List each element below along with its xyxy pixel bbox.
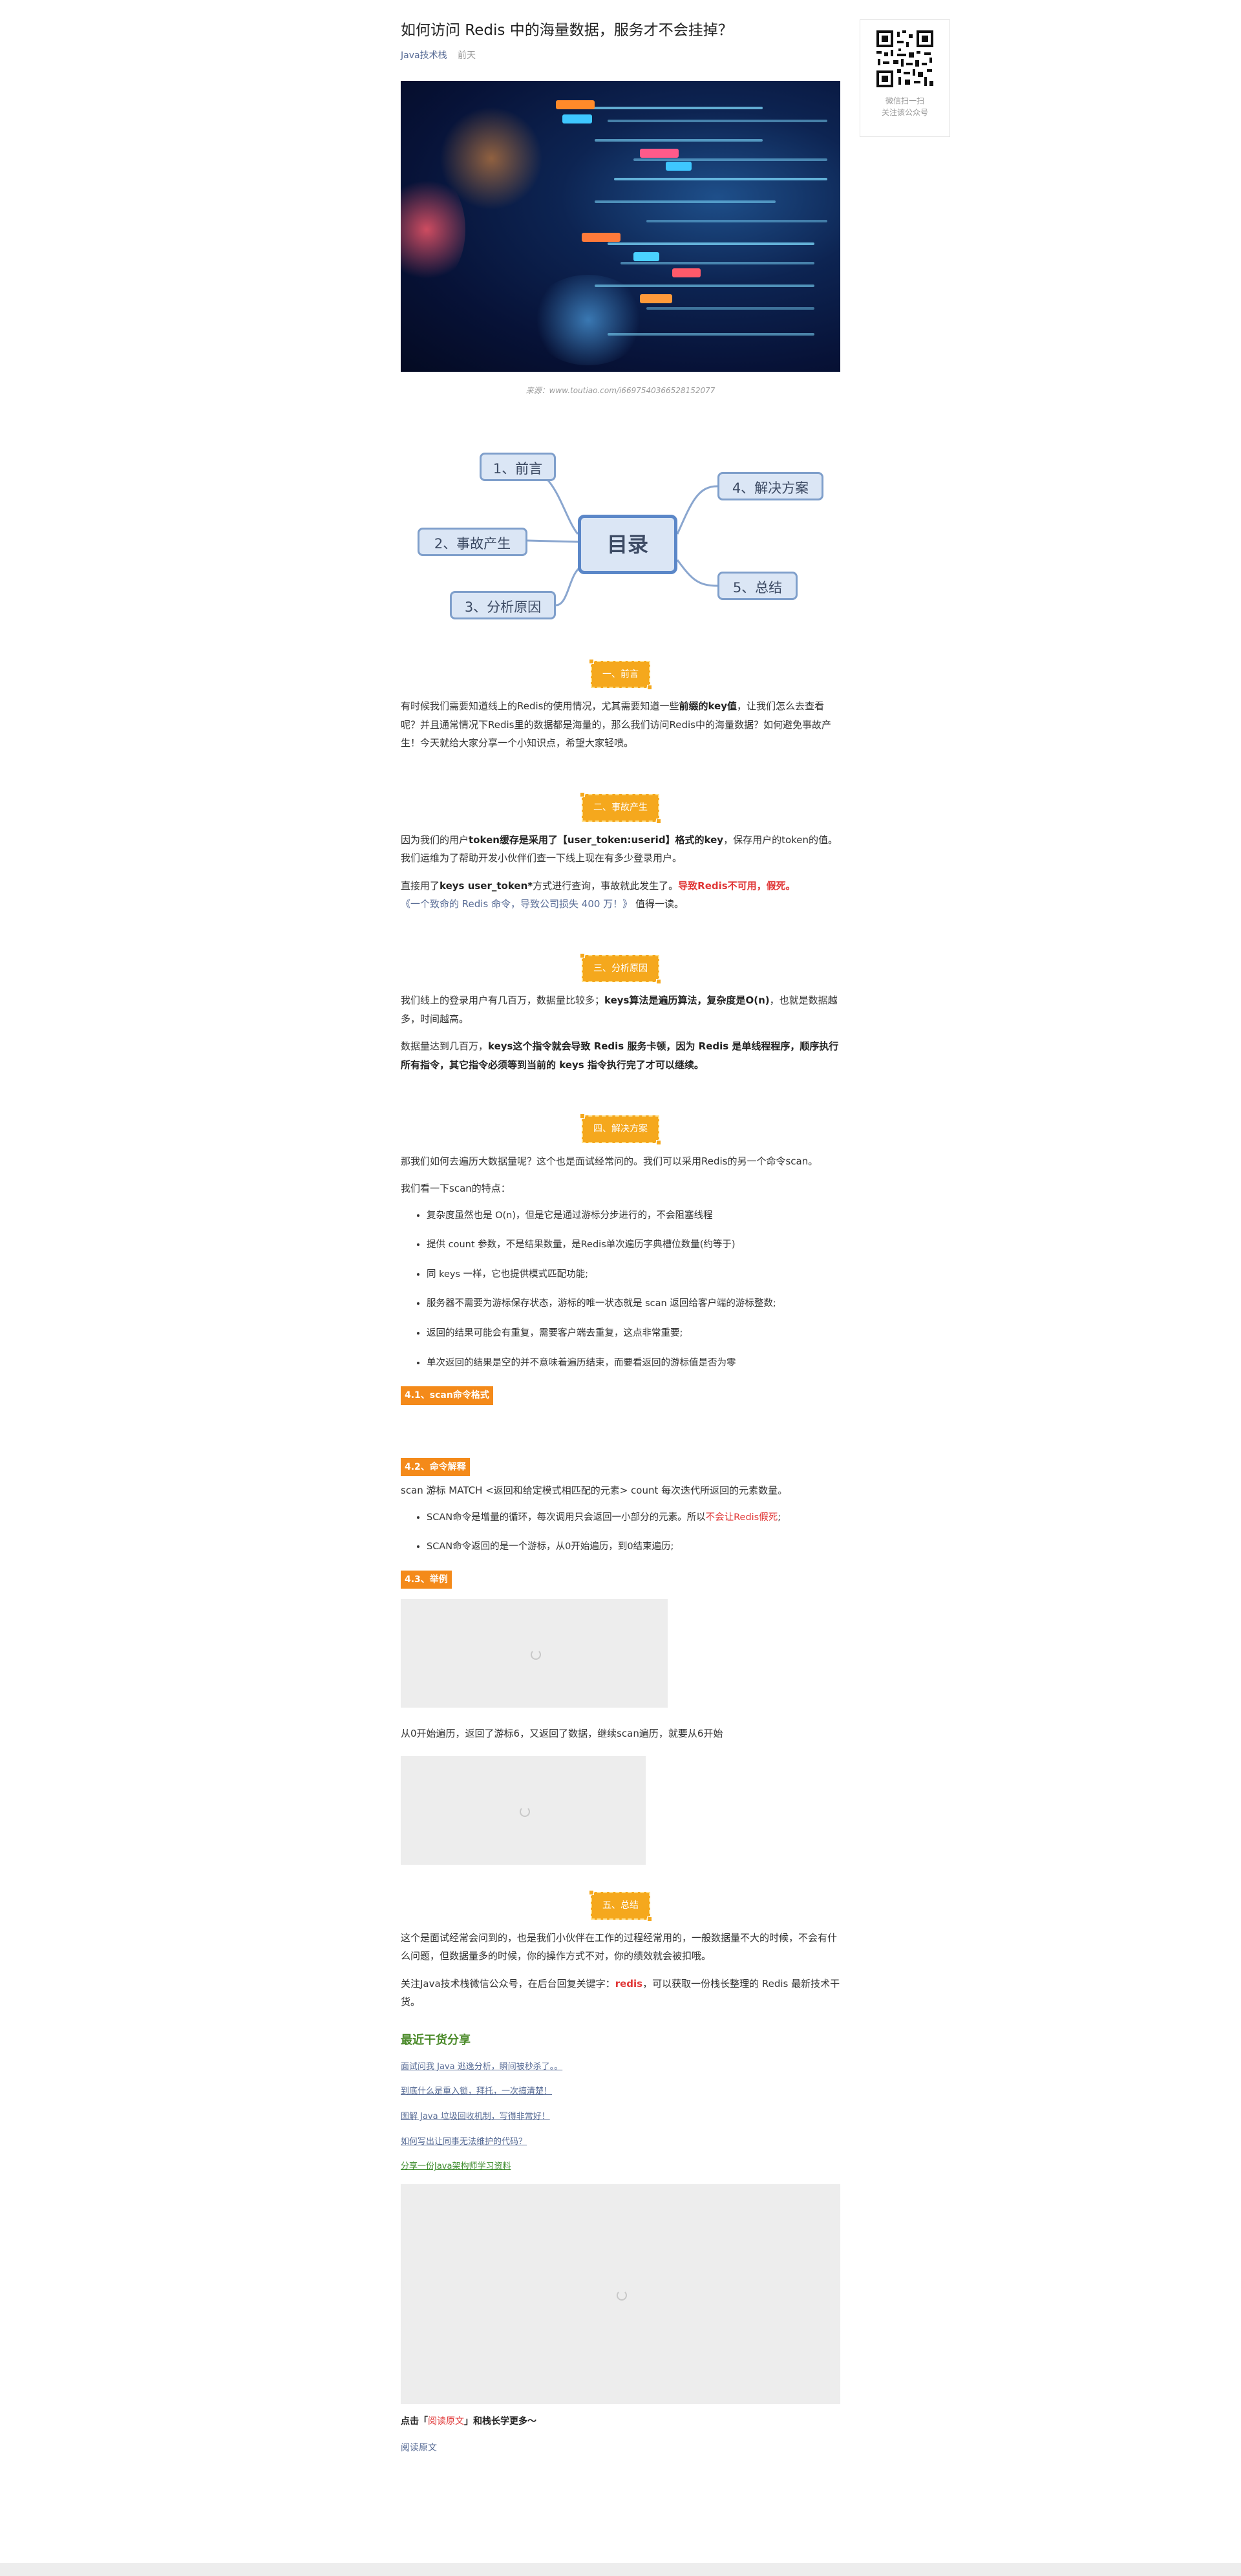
- toc-item-2: 2、事故产生: [418, 527, 527, 556]
- loading-icon: [617, 2290, 627, 2301]
- toc-mindmap: 1、前言 2、事故产生 3、分析原因 4、解决方案 5、总结 目录: [401, 444, 840, 638]
- list-item: 同 keys 一样，它也提供模式匹配功能;: [427, 1266, 840, 1284]
- toc-item-1: 1、前言: [480, 452, 556, 481]
- subheading-4-3: 4.3、举例: [401, 1570, 452, 1589]
- example-caption: 从0开始遍历，返回了游标6，又返回了数据，继续scan遍历，就要从6开始: [401, 1728, 723, 1740]
- recent-title: 最近干货分享: [401, 2033, 471, 2047]
- toc-item-3: 3、分析原因: [450, 590, 556, 619]
- list-item: 复杂度虽然也是 O(n)，但是它是通过游标分步进行的，不会阻塞线程: [427, 1207, 840, 1225]
- article: 如何访问 Redis 中的海量数据，服务才不会挂掉？ Java技术栈 前天 来源…: [401, 0, 840, 2456]
- s1-paragraph: 有时候我们需要知道线上的Redis的使用情况，尤其需要知道一些前缀的key值，让…: [401, 700, 831, 749]
- s5-paragraph-1: 这个是面试经常会问到的，也是我们小伙伴在工作的过程经常用的，一般数据量不大的时候…: [401, 1931, 838, 1962]
- toc-item-4: 4、解决方案: [717, 471, 823, 500]
- recent-link-2[interactable]: 到底什么是重入锁，拜托，一次搞清楚！: [401, 2084, 840, 2100]
- s2-paragraph-1: 因为我们的用户token缓存是采用了【user_token:userid】格式的…: [401, 833, 838, 864]
- s3-paragraph-2: 数据量达到几百万，keys这个指令就会导致 Redis 服务卡顿，因为 Redi…: [401, 1040, 839, 1071]
- hero-caption: 来源：www.toutiao.com/i6697540366528152077: [525, 386, 716, 396]
- list-item: 返回的结果可能会有重复，需要客户端去重复，这点非常重要;: [427, 1325, 840, 1343]
- scan-explain-list: SCAN命令是增量的循环，每次调用只会返回一小部分的元素。所以不会让Redis假…: [401, 1509, 840, 1556]
- section-heading-2: 二、事故产生: [401, 792, 840, 824]
- s2-paragraph-2: 直接用了keys user_token*方式进行查询，事故就此发生了。导致Red…: [401, 879, 796, 910]
- highlight-text: 不会让Redis假死: [705, 1512, 778, 1523]
- footer-line: 点击「阅读原文」和栈长学更多～: [401, 2416, 536, 2427]
- toc-item-5: 5、总结: [717, 571, 798, 600]
- toc-center: 目录: [578, 514, 677, 574]
- section-heading-3: 三、分析原因: [401, 952, 840, 984]
- related-article-link[interactable]: 《一个致命的 Redis 命令，导致公司损失 400 万！》: [401, 898, 632, 910]
- s5-paragraph-2: 关注Java技术栈微信公众号，在后台回复关键字：redis，可以获取一份栈长整理…: [401, 1977, 840, 2008]
- hero-image: [401, 81, 840, 372]
- promo-image: [401, 2184, 840, 2405]
- s4-paragraph-1: 那我们如何去遍历大数据量呢？这个也是面试经常问的。我们可以采用Redis的另一个…: [401, 1155, 818, 1167]
- scan-features-list: 复杂度虽然也是 O(n)，但是它是通过游标分步进行的，不会阻塞线程 提供 cou…: [401, 1207, 840, 1372]
- example-image-2: [401, 1755, 646, 1865]
- list-item: 提供 count 参数，不是结果数量，是Redis单次遍历字典槽位数量(约等于): [427, 1236, 840, 1254]
- section-heading-4: 四、解决方案: [401, 1113, 840, 1145]
- scan-syntax: scan 游标 MATCH <返回和给定模式相匹配的元素> count 每次迭代…: [401, 1485, 788, 1497]
- subheading-4-1: 4.1、scan命令格式: [401, 1386, 493, 1405]
- read-original-link[interactable]: 阅读原文: [401, 2440, 840, 2457]
- list-item: 服务器不需要为游标保存状态，游标的唯一状态就是 scan 返回给客户端的游标整数…: [427, 1295, 840, 1313]
- qr-code-icon: [875, 29, 935, 89]
- article-meta: Java技术栈 前天: [401, 47, 840, 65]
- recent-link-4[interactable]: 如何写出让同事无法维护的代码？: [401, 2134, 840, 2151]
- subheading-4-2: 4.2、命令解释: [401, 1457, 470, 1477]
- list-item: SCAN命令返回的是一个游标，从0开始遍历，到0结束遍历;: [427, 1538, 840, 1556]
- s4-paragraph-2: 我们看一下scan的特点：: [401, 1183, 511, 1195]
- publish-time: 前天: [458, 50, 476, 61]
- page-bottom-bar: [0, 2563, 1241, 2576]
- loading-icon: [519, 1806, 530, 1817]
- article-title: 如何访问 Redis 中的海量数据，服务才不会挂掉？: [401, 22, 733, 39]
- section-heading-1: 一、前言: [401, 658, 840, 691]
- section-heading-5: 五、总结: [401, 1889, 840, 1922]
- qr-card: 微信扫一扫 关注该公众号: [860, 19, 950, 137]
- author-link[interactable]: Java技术栈: [401, 50, 447, 61]
- qr-caption: 微信扫一扫 关注该公众号: [881, 96, 928, 117]
- s3-paragraph-1: 我们线上的登录用户有几百万，数据量比较多；keys算法是遍历算法，复杂度是O(n…: [401, 994, 838, 1025]
- loading-icon: [530, 1649, 541, 1660]
- example-image-1: [401, 1599, 668, 1708]
- list-item: 单次返回的结果是空的并不意味着遍历结束，而要看返回的游标值是否为零: [427, 1355, 840, 1373]
- list-item: SCAN命令是增量的循环，每次调用只会返回一小部分的元素。所以不会让Redis假…: [427, 1509, 840, 1527]
- recent-link-1[interactable]: 面试问我 Java 逃逸分析，瞬间被秒杀了。。: [401, 2059, 840, 2076]
- recent-link-3[interactable]: 图解 Java 垃圾回收机制，写得非常好！: [401, 2109, 840, 2125]
- recent-link-5[interactable]: 分享一份Java架构师学习资料: [401, 2159, 840, 2175]
